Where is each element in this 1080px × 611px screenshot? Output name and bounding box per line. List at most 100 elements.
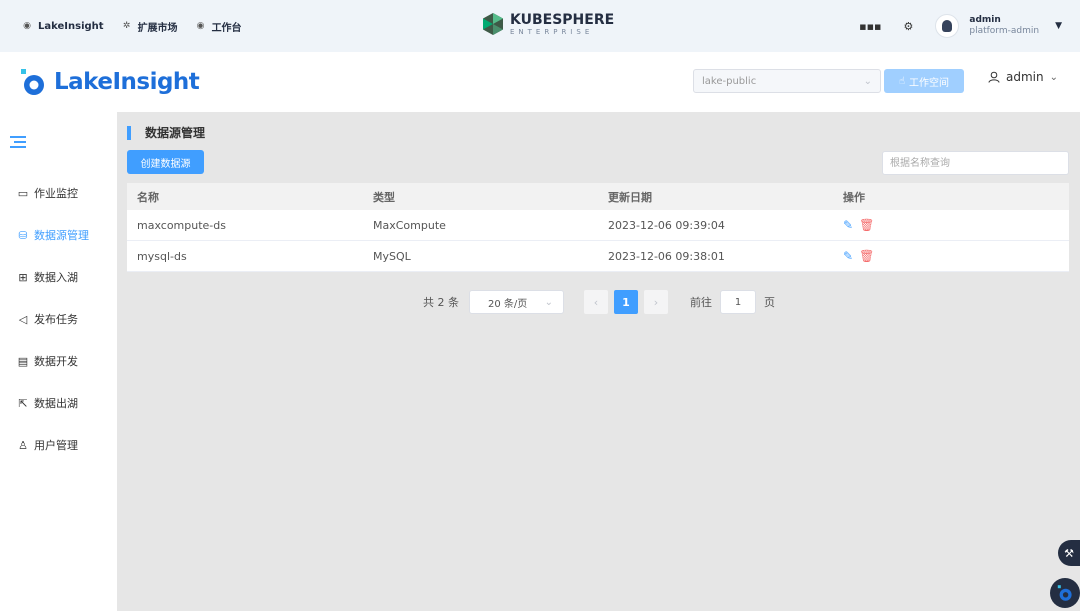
brand-name: LakeInsight — [54, 69, 200, 95]
sidebar-item-user-manage[interactable]: ♙ 用户管理 — [0, 424, 117, 466]
prev-page-button[interactable]: ‹ — [584, 290, 608, 314]
sidebar-item-label: 发布任务 — [34, 313, 78, 326]
column-header-type: 类型 — [373, 190, 395, 204]
page-size-value: 20 条/页 — [488, 298, 528, 310]
page-title: 数据源管理 — [145, 126, 206, 140]
column-header-name: 名称 — [137, 190, 159, 204]
ks-logo-title: KUBESPHERE — [510, 11, 615, 28]
user-icon — [988, 71, 1000, 83]
lakeinsight-logo-icon — [21, 69, 44, 95]
workspace-select[interactable]: lake-public ⌄ — [693, 69, 881, 93]
edit-icon[interactable]: ✎ — [843, 218, 853, 232]
pagination: 共 2 条 20 条/页 ⌄ ‹ 1 › 前往 页 — [423, 290, 775, 314]
lakeinsight-logo-icon — [1057, 585, 1072, 601]
ks-user-menu[interactable]: admin platform-admin ▼ — [935, 14, 1062, 38]
sidebar-item-datasource[interactable]: ⛁ 数据源管理 — [0, 214, 117, 256]
sidebar-item-label: 数据出湖 — [34, 397, 78, 410]
search-input[interactable] — [882, 151, 1069, 175]
sidebar-item-label: 用户管理 — [34, 439, 78, 452]
ks-nav-workbench[interactable]: ◉ 工作台 — [196, 19, 242, 34]
sidebar-item-label: 数据源管理 — [34, 229, 89, 242]
sidebar-item-label: 数据开发 — [34, 355, 78, 368]
chevron-right-icon: › — [653, 295, 659, 309]
cell-name: maxcompute-ds — [137, 218, 226, 232]
next-page-button[interactable]: › — [644, 290, 668, 314]
cell-actions: ✎ 🗑 — [833, 249, 1069, 263]
delete-icon[interactable]: 🗑 — [859, 249, 874, 263]
gear-icon[interactable]: ⚙ — [904, 20, 914, 33]
document-icon: ▤ — [17, 354, 29, 368]
sidebar-item-data-export[interactable]: ⇱ 数据出湖 — [0, 382, 117, 424]
sidebar-item-label: 数据入湖 — [34, 271, 78, 284]
database-icon: ⛁ — [18, 228, 28, 242]
user-icon: ♙ — [18, 438, 28, 452]
ks-right-tools: ▪▪▪ ⚙ admin platform-admin ▼ — [859, 0, 1062, 52]
lakeinsight-float-icon[interactable] — [1050, 578, 1080, 608]
page-jump: 前往 页 — [690, 290, 775, 314]
ks-user-name: admin — [969, 15, 1001, 26]
avatar — [935, 14, 960, 38]
sidebar-item-publish-task[interactable]: ◁ 发布任务 — [0, 298, 117, 340]
page-jump-input[interactable] — [720, 290, 756, 314]
cell-type: MySQL — [373, 249, 411, 263]
page-size-select[interactable]: 20 条/页 ⌄ — [469, 290, 564, 314]
sidebar-item-data-import[interactable]: ⊞ 数据入湖 — [0, 256, 117, 298]
ks-nav: ◉ LakeInsight ✲ 扩展市场 ◉ 工作台 — [22, 19, 242, 34]
cell-updated: 2023-12-06 09:39:04 — [608, 218, 725, 232]
extension-icon: ✲ — [122, 21, 131, 31]
send-icon: ◁ — [18, 312, 28, 326]
ks-logo-subtitle: ENTERPRISE — [510, 27, 594, 36]
workspace-button-label: 工作空间 — [909, 77, 950, 89]
column-header-actions: 操作 — [843, 190, 865, 204]
export-icon: ⇱ — [18, 396, 28, 410]
workspace-select-value: lake-public — [702, 75, 757, 87]
ks-nav-label: LakeInsight — [38, 20, 104, 32]
table-row: maxcompute-ds MaxCompute 2023-12-06 09:3… — [127, 210, 1069, 241]
import-icon: ⊞ — [18, 270, 28, 284]
app-user-menu[interactable]: admin ⌄ — [988, 70, 1058, 84]
more-icon[interactable]: ▪▪▪ — [859, 20, 881, 33]
main-content: 数据源管理 创建数据源 名称 类型 更新日期 操作 maxcompute-ds … — [117, 112, 1080, 611]
app-header: LakeInsight lake-public ⌄ ☝ 工作空间 admin ⌄ — [0, 52, 1080, 112]
chevron-down-icon: ⌄ — [544, 296, 553, 308]
ks-nav-lakeinsight[interactable]: ◉ LakeInsight — [22, 21, 104, 32]
sidebar-item-job-monitor[interactable]: ▭ 作业监控 — [0, 172, 117, 214]
sidebar-item-data-dev[interactable]: ▤ 数据开发 — [0, 340, 117, 382]
thumb-icon: ☝ — [898, 75, 906, 87]
column-header-updated: 更新日期 — [608, 190, 652, 204]
delete-icon[interactable]: 🗑 — [859, 218, 874, 232]
edit-icon[interactable]: ✎ — [843, 249, 853, 263]
kubesphere-top-bar: ◉ LakeInsight ✲ 扩展市场 ◉ 工作台 KUBESPHERE EN… — [0, 0, 1080, 52]
cell-actions: ✎ 🗑 — [833, 218, 1069, 232]
sidebar-item-label: 作业监控 — [34, 187, 78, 200]
chevron-down-icon: ⌄ — [863, 75, 872, 87]
cell-updated: 2023-12-06 09:38:01 — [608, 249, 725, 263]
title-accent — [127, 125, 131, 140]
caret-down-icon: ▼ — [1055, 21, 1062, 31]
chevron-left-icon: ‹ — [593, 295, 599, 309]
sidebar-menu: ▭ 作业监控 ⛁ 数据源管理 ⊞ 数据入湖 ◁ 发布任务 ▤ 数据开发 ⇱ 数据… — [0, 172, 117, 466]
ks-nav-label: 扩展市场 — [137, 22, 178, 34]
lakeinsight-logo[interactable]: LakeInsight — [18, 67, 200, 97]
kubesphere-logo[interactable]: KUBESPHERE ENTERPRISE — [482, 12, 614, 36]
chevron-down-icon: ⌄ — [1049, 71, 1058, 83]
page-number-current[interactable]: 1 — [614, 290, 638, 314]
ks-user-role: platform-admin — [969, 26, 1040, 36]
hammer-icon[interactable]: ⚒ — [1058, 540, 1080, 566]
cell-type: MaxCompute — [373, 218, 446, 232]
page-unit-label: 页 — [764, 296, 775, 309]
workspace-button[interactable]: ☝ 工作空间 — [884, 69, 964, 93]
page-title-bar: 数据源管理 — [127, 124, 205, 141]
monitor-icon: ▭ — [17, 186, 29, 200]
datasource-table: 名称 类型 更新日期 操作 maxcompute-ds MaxCompute 2… — [127, 183, 1069, 272]
cell-name: mysql-ds — [137, 249, 187, 263]
sidebar: ▭ 作业监控 ⛁ 数据源管理 ⊞ 数据入湖 ◁ 发布任务 ▤ 数据开发 ⇱ 数据… — [0, 112, 117, 611]
ks-nav-extension-market[interactable]: ✲ 扩展市场 — [122, 19, 178, 34]
create-datasource-button[interactable]: 创建数据源 — [127, 150, 204, 174]
pagination-total: 共 2 条 — [423, 296, 459, 309]
table-row: mysql-ds MySQL 2023-12-06 09:38:01 ✎ 🗑 — [127, 241, 1069, 272]
workbench-icon: ◉ — [196, 21, 205, 31]
kubesphere-hex-icon — [483, 13, 503, 35]
menu-toggle-icon[interactable] — [10, 136, 26, 150]
app-icon: ◉ — [23, 21, 31, 31]
